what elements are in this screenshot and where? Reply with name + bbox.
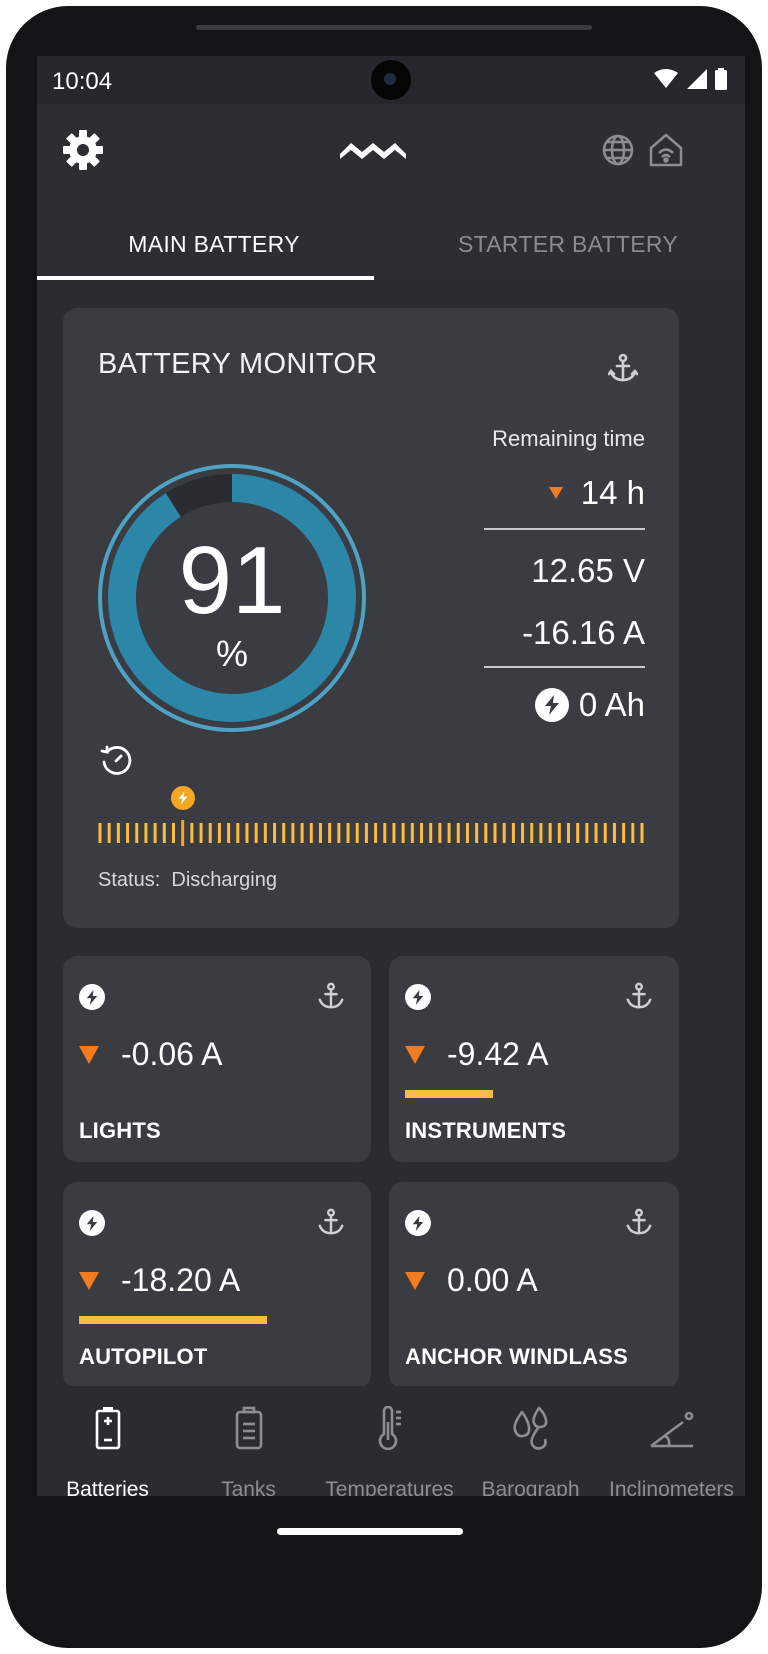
tank-icon bbox=[178, 1406, 319, 1450]
bolt-icon bbox=[405, 984, 431, 1010]
anchor-icon[interactable] bbox=[607, 352, 639, 384]
anchor-icon[interactable] bbox=[317, 1208, 345, 1236]
load-current-value: -9.42 A bbox=[447, 1036, 549, 1072]
load-name: LIGHTS bbox=[79, 1118, 161, 1143]
gesture-bar bbox=[37, 1496, 745, 1578]
wifi-icon bbox=[654, 69, 678, 88]
battery-monitor-card[interactable]: BATTERY MONITOR 91 % Remaining time 14 h… bbox=[63, 308, 679, 928]
divider bbox=[484, 666, 645, 668]
bolt-icon bbox=[405, 1210, 431, 1236]
divider bbox=[484, 528, 645, 530]
app-bar bbox=[37, 104, 745, 208]
discharge-arrow-icon bbox=[548, 487, 563, 499]
charge-marker-bolt-icon bbox=[170, 786, 195, 810]
signal-icon bbox=[687, 69, 707, 89]
card-title: BATTERY MONITOR bbox=[98, 348, 378, 380]
battery-icon bbox=[37, 1406, 178, 1450]
anchor-icon[interactable] bbox=[317, 982, 345, 1010]
status-value: Discharging bbox=[171, 869, 277, 891]
soc-value: 91 bbox=[178, 527, 286, 634]
load-current-value: 0.00 A bbox=[447, 1262, 538, 1298]
load-bar bbox=[405, 1090, 493, 1098]
discharge-arrow-icon bbox=[79, 1271, 99, 1290]
status-bar: 10:04 bbox=[37, 56, 745, 104]
load-card-anchor-windlass[interactable]: 0.00 A ANCHOR WINDLASS bbox=[389, 1182, 679, 1388]
bolt-icon bbox=[79, 1210, 105, 1236]
remaining-time-value: 14 h bbox=[580, 474, 645, 511]
discharge-arrow-icon bbox=[405, 1045, 425, 1064]
brand-logo-icon bbox=[337, 138, 409, 162]
load-name: AUTOPILOT bbox=[79, 1344, 208, 1369]
voltage-value: 12.65 V bbox=[531, 552, 645, 589]
load-current: 0.00 A bbox=[405, 1262, 538, 1299]
amp-hours: 0 Ah bbox=[534, 686, 645, 724]
status-label: Status: bbox=[98, 869, 161, 891]
load-current: -0.06 A bbox=[79, 1036, 222, 1073]
screen: 10:04 MAIN BATTERY STARTER BATTERY BATTE… bbox=[37, 56, 745, 1578]
tab-starter-battery[interactable]: STARTER BATTERY bbox=[391, 208, 745, 280]
load-card-instruments[interactable]: -9.42 A INSTRUMENTS bbox=[389, 956, 679, 1162]
load-bar bbox=[79, 1316, 267, 1324]
battery-status-icon bbox=[715, 68, 727, 90]
tab-main-battery[interactable]: MAIN BATTERY bbox=[37, 208, 391, 280]
phone-frame: 10:04 MAIN BATTERY STARTER BATTERY BATTE… bbox=[6, 6, 762, 1648]
load-current: -9.42 A bbox=[405, 1036, 548, 1073]
amp-hours-value: 0 Ah bbox=[578, 686, 645, 723]
globe-icon[interactable] bbox=[600, 132, 636, 168]
discharge-arrow-icon bbox=[79, 1045, 99, 1064]
nav-tanks[interactable]: Tanks bbox=[178, 1386, 319, 1501]
bolt-icon bbox=[534, 688, 569, 722]
history-reset-icon[interactable] bbox=[98, 743, 134, 779]
thermometer-icon bbox=[319, 1406, 460, 1450]
history-timeline[interactable] bbox=[98, 820, 644, 846]
status-time: 10:04 bbox=[52, 68, 113, 95]
anchor-icon[interactable] bbox=[625, 982, 653, 1010]
nav-barograph[interactable]: Barograph bbox=[460, 1386, 601, 1501]
speaker-slit bbox=[196, 25, 592, 30]
remaining-time-label: Remaining time bbox=[492, 426, 645, 451]
load-current-value: -0.06 A bbox=[121, 1036, 223, 1072]
load-card-lights[interactable]: -0.06 A LIGHTS bbox=[63, 956, 371, 1162]
load-name: ANCHOR WINDLASS bbox=[405, 1344, 628, 1369]
anchor-icon[interactable] bbox=[625, 1208, 653, 1236]
load-current: -18.20 A bbox=[79, 1262, 240, 1299]
nav-batteries[interactable]: Batteries bbox=[37, 1386, 178, 1501]
soc-unit: % bbox=[215, 633, 248, 674]
load-name: INSTRUMENTS bbox=[405, 1118, 567, 1143]
angle-icon bbox=[601, 1406, 742, 1450]
load-current-value: -18.20 A bbox=[121, 1262, 241, 1298]
remaining-time: 14 h bbox=[548, 474, 645, 512]
smart-home-icon[interactable] bbox=[646, 130, 686, 170]
nav-temperatures[interactable]: Temperatures bbox=[319, 1386, 460, 1501]
status-line: Status: Discharging bbox=[98, 869, 277, 892]
home-gesture-handle[interactable] bbox=[277, 1528, 463, 1535]
front-camera bbox=[371, 60, 411, 100]
system-icons bbox=[653, 68, 727, 90]
settings-gear-icon[interactable] bbox=[61, 128, 105, 172]
bolt-icon bbox=[79, 984, 105, 1010]
nav-inclinometers[interactable]: Inclinometers bbox=[601, 1386, 742, 1501]
current-value: -16.16 A bbox=[522, 614, 645, 651]
active-tab-indicator bbox=[37, 276, 374, 280]
droplets-icon bbox=[460, 1406, 601, 1450]
bottom-navigation: Batteries Tanks Temperatures Barograph I… bbox=[37, 1386, 745, 1501]
battery-tabs: MAIN BATTERY STARTER BATTERY bbox=[37, 208, 745, 280]
load-card-autopilot[interactable]: -18.20 A AUTOPILOT bbox=[63, 1182, 371, 1388]
discharge-arrow-icon bbox=[405, 1271, 425, 1290]
